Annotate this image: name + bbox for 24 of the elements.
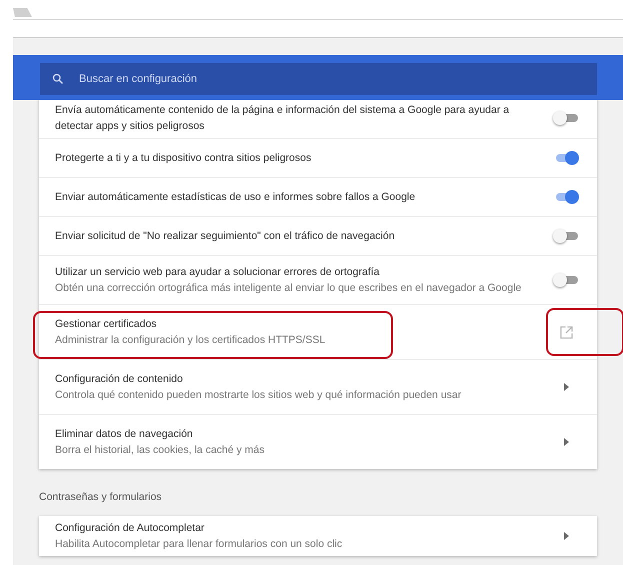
search-field[interactable]: Buscar en configuración xyxy=(40,63,597,95)
setting-title: Enviar solicitud de "No realizar seguimiento" con el tráfico de navegación xyxy=(55,229,396,244)
setting-title: Protegerte a ti y a tu dispositivo contra sitios peligrosos xyxy=(55,151,312,166)
caret-icon[interactable] xyxy=(564,532,568,540)
caret-icon[interactable] xyxy=(564,383,568,391)
search-icon xyxy=(52,73,64,85)
setting-title: Enviar automáticamente estadísticas de uso e informes sobre fallos a Google xyxy=(55,190,416,205)
setting-title: Utilizar un servicio web para ayudar a solucionar errores de ortografía xyxy=(55,265,380,280)
search-input[interactable]: Buscar en configuración xyxy=(77,72,597,86)
setting-description: Controla qué contenido pueden mostrarte los sitios web y qué información pueden usar xyxy=(55,388,462,403)
section-heading: Contraseñas y formularios xyxy=(39,490,163,505)
setting-title: Configuración de Autocompletar xyxy=(55,521,206,536)
setting-title: Eliminar datos de navegación xyxy=(55,427,194,442)
toggle-switch[interactable] xyxy=(553,229,579,243)
setting-description: Obtén una corrección ortográfica más inteligente al enviar lo que escribes en el navegador a Google xyxy=(55,281,522,296)
setting-title: Configuración de contenido xyxy=(55,372,184,387)
setting-title: Gestionar certificados xyxy=(55,317,158,332)
caret-icon[interactable] xyxy=(564,438,568,446)
setting-description: Habilita Autocompletar para llenar formularios con un solo clic xyxy=(55,537,344,552)
setting-description: Administrar la configuración y los certificados HTTPS/SSL xyxy=(55,333,326,348)
toggle-switch[interactable] xyxy=(553,273,579,287)
toggle-switch[interactable] xyxy=(553,111,579,125)
setting-title: Envía automáticamente contenido de la página e información del sistema a Google para ayudar a detectar apps y sitios peligrosos xyxy=(55,103,510,134)
setting-description: Borra el historial, las cookies, la caché y más xyxy=(55,443,266,458)
